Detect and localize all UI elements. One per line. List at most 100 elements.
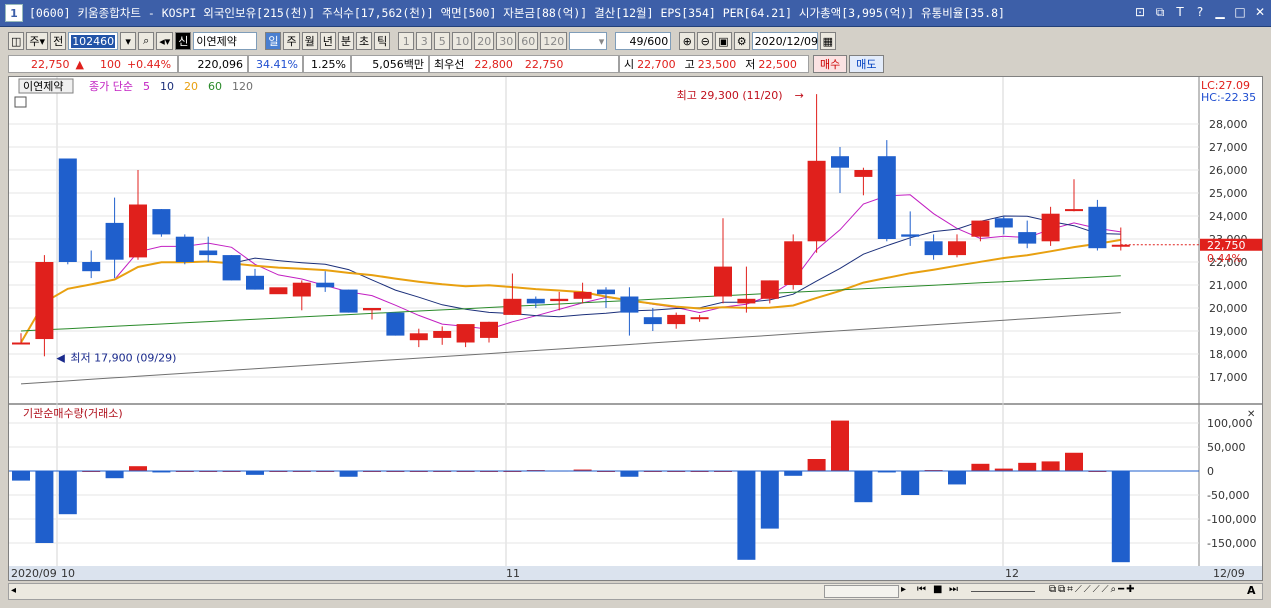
period-tick[interactable]: 틱 (374, 32, 391, 50)
interval-1[interactable]: 1 (398, 32, 415, 50)
nav-first-icon[interactable]: ⏮ (917, 584, 926, 595)
candle-body (1065, 209, 1083, 212)
candle-body (82, 262, 101, 272)
price-tick-label: 19,000 (1209, 325, 1248, 338)
horizontal-scrollbar[interactable]: ◂ ▸ ⏮ ■ ⏭ ⧉⧉⌗⟋⟋⟋⟋⌕━✚ A (8, 583, 1263, 600)
speaker-icon[interactable]: ◂▾ (156, 32, 174, 50)
volume-bar (948, 471, 966, 485)
window-tile-icon[interactable]: ⧉ (1153, 5, 1167, 19)
volume-bar (784, 471, 803, 476)
volume-bar (339, 471, 358, 477)
period-second[interactable]: 초 (355, 32, 373, 50)
zoom-slider[interactable] (971, 591, 1035, 592)
link-icon[interactable]: ⊡ (1133, 5, 1147, 19)
volume-bar (760, 471, 779, 529)
price-tick-label: 18,000 (1209, 348, 1248, 361)
volume-bar (737, 471, 756, 560)
high-label: 고 (684, 58, 695, 71)
hc-label: HC:-22.35 (1201, 91, 1256, 104)
last-pct-label: 0.44% (1207, 252, 1242, 265)
best-ask: 22,800 (474, 57, 513, 71)
volume-bar (1018, 462, 1037, 471)
volume-bar (807, 459, 826, 471)
period-minute[interactable]: 분 (337, 32, 354, 50)
save-icon[interactable]: ▣ (715, 32, 732, 50)
high-arrow-icon: → (795, 89, 804, 102)
sell-button[interactable]: 매도 (849, 55, 884, 73)
period-year[interactable]: 년 (319, 32, 336, 50)
volume-tick-label: -150,000 (1207, 537, 1256, 550)
period-week[interactable]: 주 (283, 32, 300, 50)
ma-legend-20: 20 (184, 80, 198, 93)
zoom-out-icon[interactable]: ⊖ (697, 32, 714, 50)
chart-area[interactable]: 28,00027,00026,00025,00024,00023,00022,0… (8, 76, 1263, 581)
date-axis-band (9, 566, 1262, 580)
buy-button[interactable]: 매수 (813, 55, 848, 73)
date-field[interactable]: 2020/12/09 (751, 32, 818, 50)
candle-body (690, 317, 709, 320)
search-icon[interactable]: ⌕ (138, 32, 155, 50)
close-button[interactable]: ✕ (1253, 5, 1267, 19)
scroll-left-icon[interactable]: ◂ (11, 585, 16, 596)
scroll-thumb[interactable] (824, 585, 899, 598)
volume-tick-label: 0 (1207, 465, 1214, 478)
volume-bar (831, 420, 849, 471)
nav-last-icon[interactable]: ⏭ (949, 584, 958, 595)
candle-body (339, 289, 358, 313)
interval-30[interactable]: 30 (496, 32, 517, 50)
scroll-right-icon[interactable]: ▸ (901, 584, 906, 595)
open-label: 시 (624, 58, 635, 71)
candle-body (971, 220, 990, 237)
chart-settings-icon[interactable]: ◫ (8, 32, 25, 50)
candle-body (948, 241, 966, 256)
volume-tick-label: 50,000 (1207, 441, 1246, 454)
period-day[interactable]: 일 (265, 32, 282, 50)
interval-20[interactable]: 20 (474, 32, 495, 50)
interval-120[interactable]: 120 (540, 32, 568, 50)
date-axis-label: 11 (506, 567, 520, 580)
ma-legend-10: 10 (160, 80, 174, 93)
prev-button[interactable]: 전 (50, 32, 67, 50)
chart-toolbar: ◫ 주 ▾ 전 102460 ▾ ⌕ ◂▾ 신 이연제약 일 주 월 년 분 초 … (0, 29, 1271, 53)
custom-interval-select[interactable]: ▾ (569, 32, 608, 50)
code-dropdown-icon[interactable]: ▾ (120, 32, 137, 50)
app-icon[interactable]: 1 (5, 4, 23, 22)
auto-scale-icon[interactable]: A (1247, 584, 1256, 597)
candle-body (597, 289, 615, 295)
stock-code-input[interactable]: 102460 (68, 32, 119, 50)
change-value: 100 (99, 57, 121, 71)
interval-10[interactable]: 10 (452, 32, 473, 50)
high-value: 23,500 (697, 57, 737, 71)
count-field[interactable]: 49/600 (615, 32, 672, 50)
text-icon[interactable]: T (1173, 5, 1187, 19)
minimize-button[interactable]: ▁ (1213, 5, 1227, 19)
volume-tick-label: -50,000 (1207, 489, 1249, 502)
price-tick-label: 27,000 (1209, 141, 1248, 154)
title-bar: 1 [0600] 키움종합차트 - KOSPI 외국인보유[215(천)] 주식… (0, 0, 1271, 27)
volume-percent: 34.41% (248, 55, 303, 73)
candle-body (316, 282, 335, 288)
nav-stop-icon[interactable]: ■ (933, 584, 942, 595)
zoom-in-icon[interactable]: ⊕ (679, 32, 696, 50)
gear-icon[interactable]: ⚙ (733, 32, 750, 50)
calendar-icon[interactable]: ▦ (819, 32, 837, 50)
volume-title: 기관순매수량(거래소) (23, 407, 123, 420)
help-icon[interactable]: ? (1193, 5, 1207, 19)
interval-60[interactable]: 60 (518, 32, 539, 50)
volume-bar (1041, 461, 1060, 471)
volume-bar (129, 466, 147, 471)
chart-svg[interactable]: 28,00027,00026,00025,00024,00023,00022,0… (9, 77, 1262, 580)
date-axis-label: 12/09 (1213, 567, 1245, 580)
maximize-button[interactable]: □ (1233, 5, 1247, 19)
interval-3[interactable]: 3 (416, 32, 433, 50)
volume-bar (971, 463, 990, 471)
type-select[interactable]: 주 ▾ (26, 32, 49, 50)
interval-5[interactable]: 5 (434, 32, 451, 50)
tool-icons[interactable]: ⧉⧉⌗⟋⟋⟋⟋⌕━✚ (1049, 584, 1137, 595)
price-tick-label: 26,000 (1209, 164, 1248, 177)
period-month[interactable]: 월 (301, 32, 318, 50)
low-value: 22,500 (758, 57, 797, 71)
low-arrow-icon: ◀ (56, 351, 65, 364)
candle-body (620, 296, 639, 313)
ma-legend-label: 종가 단순 (89, 80, 133, 93)
